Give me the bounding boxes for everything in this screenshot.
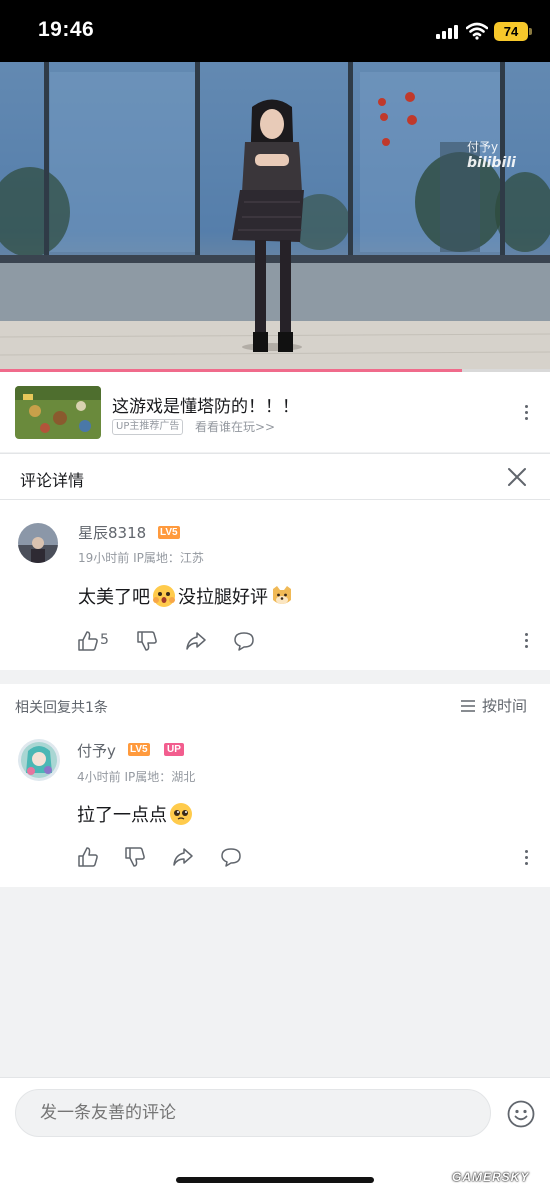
ad-thumbnail[interactable] <box>15 386 101 439</box>
comment-input-bar: GAMERSKY <box>0 1077 550 1190</box>
avatar[interactable] <box>18 523 58 563</box>
signal-icon <box>436 25 460 39</box>
reply-icon[interactable] <box>220 846 242 868</box>
reply-ip: IP属地：湖北 <box>124 770 196 784</box>
doge-emoji-icon <box>273 586 291 604</box>
close-icon[interactable] <box>506 466 528 488</box>
reply-meta: 4小时前 IP属地：湖北 <box>77 768 195 785</box>
ad-banner[interactable]: 这游戏是懂塔防的！！！ UP主推荐广告 看看谁在玩>> <box>0 372 550 452</box>
video-watermark: 付予y bilibili <box>467 138 550 171</box>
like-count: 5 <box>100 632 109 648</box>
reply-time: 4小时前 <box>77 770 121 784</box>
sort-icon <box>461 699 475 712</box>
status-time: 19:46 <box>38 18 95 41</box>
home-indicator[interactable] <box>176 1177 374 1183</box>
video-frame <box>0 62 550 371</box>
ad-title[interactable]: 这游戏是懂塔防的！！！ <box>112 392 299 417</box>
battery-indicator: 74 <box>494 22 528 41</box>
like-icon[interactable] <box>77 846 99 868</box>
comment-meta: 19小时前 IP属地：江苏 <box>78 549 204 566</box>
emoji-picker-icon[interactable] <box>506 1099 536 1129</box>
comment-text: 太美了吧 没拉腿好评 <box>78 583 296 609</box>
gamersky-watermark: GAMERSKY <box>452 1170 530 1184</box>
dislike-icon[interactable] <box>136 630 158 652</box>
share-icon[interactable] <box>172 846 194 868</box>
like-icon[interactable] <box>77 630 99 652</box>
shocked-face-emoji-icon <box>153 585 175 607</box>
sort-by-time-button[interactable]: 按时间 <box>460 695 527 716</box>
ad-tag: UP主推荐广告 <box>112 419 184 435</box>
share-icon[interactable] <box>185 630 207 652</box>
up-badge: UP <box>164 743 184 756</box>
comment-time: 19小时前 <box>78 551 130 565</box>
sort-label: 按时间 <box>482 697 528 715</box>
battery-tip <box>529 28 532 35</box>
level-badge: LV5 <box>158 526 180 539</box>
video-player[interactable]: 付予y bilibili <box>0 62 550 371</box>
reply-comment: 付予y LV5 UP 4小时前 IP属地：湖北 拉了一点点 <box>0 728 550 887</box>
watermark-user: 付予y <box>467 140 499 154</box>
reply-icon[interactable] <box>233 630 255 652</box>
main-comment: 星辰8318 LV5 19小时前 IP属地：江苏 太美了吧 没拉腿好评 5 <box>0 500 550 670</box>
ad-more-icon[interactable] <box>525 405 529 423</box>
dislike-icon[interactable] <box>124 846 146 868</box>
wifi-icon <box>466 22 488 40</box>
reply-username[interactable]: 付予y <box>77 740 116 761</box>
comment-text-part2: 没拉腿好评 <box>178 587 268 608</box>
comment-input[interactable] <box>15 1089 491 1137</box>
comment-ip: IP属地：江苏 <box>133 551 204 565</box>
comment-detail-header: 评论详情 <box>0 453 550 500</box>
reply-text: 拉了一点点 <box>77 801 195 827</box>
watermark-brand: bilibili <box>467 155 516 171</box>
reply-more-icon[interactable] <box>525 850 529 868</box>
status-bar: 19:46 74 <box>0 0 550 62</box>
comment-username[interactable]: 星辰8318 <box>78 522 146 543</box>
replies-header: 相关回复共1条 按时间 <box>0 684 550 728</box>
pleading-face-emoji-icon <box>170 803 192 825</box>
level-badge: LV5 <box>128 743 150 756</box>
reply-text-body: 拉了一点点 <box>77 805 167 826</box>
panel-title: 评论详情 <box>20 471 85 490</box>
comment-more-icon[interactable] <box>525 633 529 651</box>
avatar[interactable] <box>18 739 60 781</box>
comment-text-part1: 太美了吧 <box>78 587 150 608</box>
reply-count: 相关回复共1条 <box>15 700 108 716</box>
ad-see-more-link[interactable]: 看看谁在玩>> <box>195 418 275 435</box>
